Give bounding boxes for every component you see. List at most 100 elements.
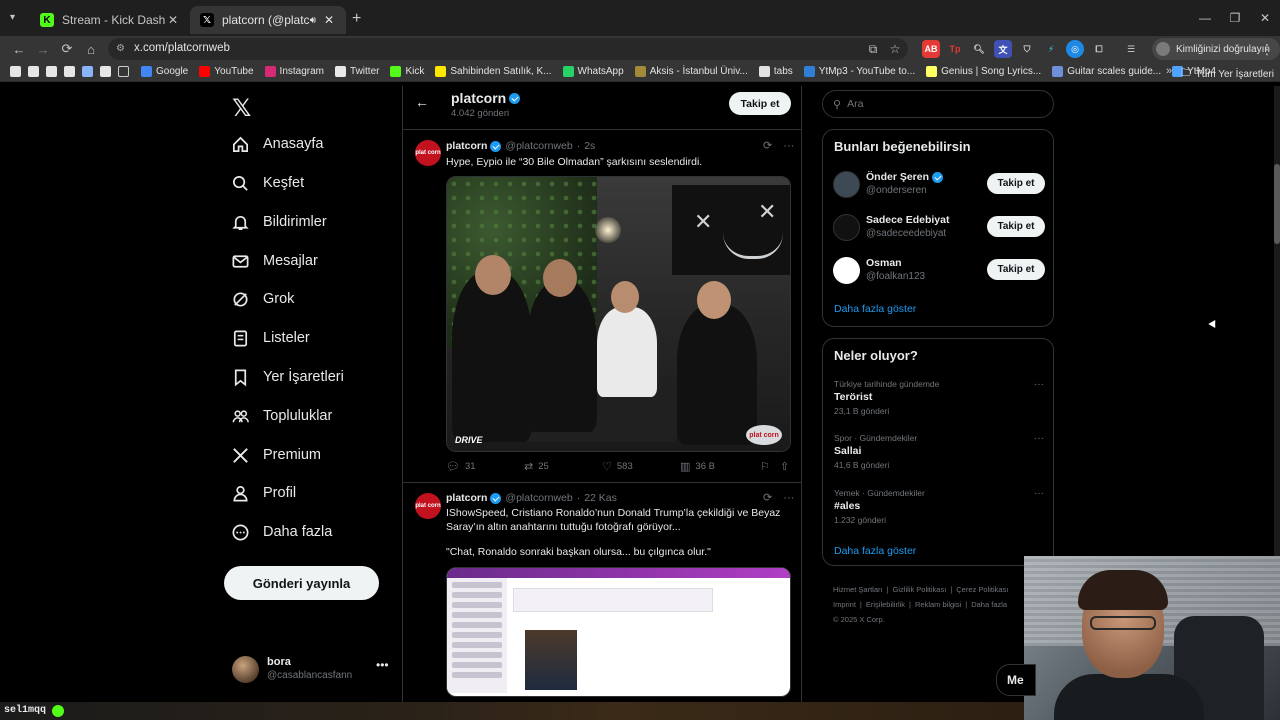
bookmark-item[interactable]: Aksis - İstanbul Üniv...: [634, 66, 748, 77]
trend-item[interactable]: Türkiye tarihinde gündemde Terörist 23,1 B…: [834, 379, 1046, 423]
reading-list-icon[interactable]: ☰: [1122, 40, 1140, 58]
nav-item-anasayfa[interactable]: Anasayfa: [230, 130, 323, 158]
footer-link[interactable]: Erişilebilirlik: [866, 600, 905, 609]
more-dots-icon[interactable]: •••: [376, 658, 389, 672]
nav-item-mesajlar[interactable]: Mesajlar: [230, 247, 318, 275]
suggestion-avatar[interactable]: [833, 257, 860, 284]
post-button[interactable]: Gönderi yayınla: [224, 566, 379, 600]
bookmark-item[interactable]: YtMp3 - YouTube to...: [803, 66, 915, 77]
nav-item-yer-i-şaretleri[interactable]: Yer İşaretleri: [230, 363, 344, 391]
follow-button[interactable]: Takip et: [987, 173, 1045, 194]
site-info-icon[interactable]: ⚙: [116, 43, 128, 55]
views-action[interactable]: ▥ 36 B: [680, 460, 715, 473]
bookmark-item[interactable]: Instagram: [264, 66, 324, 77]
tweet-avatar[interactable]: plat corn: [415, 493, 441, 519]
bookmark-folder-icon[interactable]: [100, 66, 111, 77]
show-more-link[interactable]: Daha fazla göster: [834, 303, 916, 315]
suggestion-item[interactable]: Önder Şeren @onderseren Takip et: [833, 170, 1045, 200]
messages-drawer[interactable]: Me: [996, 664, 1036, 696]
bookmark-item[interactable]: WhatsApp: [562, 66, 624, 77]
apps-grid-icon[interactable]: [118, 66, 129, 77]
suggestion-item[interactable]: Sadece Edebiyat @sadeceedebiyat Takip et: [833, 213, 1045, 243]
footer-link[interactable]: Reklam bilgisi: [915, 600, 961, 609]
reply-action[interactable]: 💬︎ 31: [446, 460, 476, 473]
tweet-time[interactable]: 22 Kas: [584, 492, 617, 504]
tweet-author-name[interactable]: platcorn: [446, 492, 487, 504]
adblock-extension-icon[interactable]: AB: [922, 40, 940, 58]
speaker-icon[interactable]: 🔊︎: [310, 15, 316, 26]
all-bookmarks[interactable]: 🗀 Tüm Yer İşaretleri: [1181, 66, 1274, 83]
repost-action[interactable]: ⇄ 25: [524, 460, 549, 473]
follow-button[interactable]: Takip et: [987, 216, 1045, 237]
tweet-author-name[interactable]: platcorn: [446, 140, 487, 152]
suggestion-avatar[interactable]: [833, 214, 860, 241]
forward-icon[interactable]: →: [34, 40, 52, 58]
browser-tab-kick[interactable]: K Stream - Kick Dashboard ✕: [30, 6, 190, 34]
bookmark-folder-icon[interactable]: [10, 66, 21, 77]
suggestion-name[interactable]: Önder Şeren: [866, 171, 944, 183]
footer-link[interactable]: Çerez Politikası: [956, 585, 1008, 594]
tweet-image[interactable]: [446, 567, 791, 697]
scrollbar-thumb[interactable]: [1274, 164, 1280, 244]
back-arrow-icon[interactable]: ←: [415, 94, 429, 110]
tweet-handle[interactable]: @platcornweb: [505, 140, 572, 152]
tweet-video[interactable]: ✕ ✕ DRIVE plat corn: [446, 176, 791, 452]
translate-g-extension-icon[interactable]: 文: [994, 40, 1012, 58]
tab-search-chevron-icon[interactable]: ▾: [10, 12, 24, 26]
bookmark-item[interactable]: Twitter: [335, 66, 379, 77]
share-action[interactable]: ⇧: [780, 460, 794, 473]
reload-icon[interactable]: ⟳: [58, 40, 76, 58]
grok-icon[interactable]: ⟳: [763, 492, 772, 504]
bookmark-item[interactable]: Guitar scales guide...: [1052, 66, 1161, 77]
nav-item-profil[interactable]: Profil: [230, 479, 296, 507]
more-dots-icon[interactable]: ···: [1034, 488, 1044, 499]
more-bookmarks-chevron-icon[interactable]: »: [1166, 65, 1172, 77]
suggestion-item[interactable]: Osman @foalkan123 Takip et: [833, 256, 1045, 286]
bookmark-folder-icon[interactable]: [64, 66, 75, 77]
bookmark-item[interactable]: Sahibinden Satılık, K...: [435, 66, 552, 77]
bookmark-item[interactable]: tabs: [758, 66, 793, 77]
nav-item-keşfet[interactable]: Keşfet: [230, 169, 304, 197]
bookmark-folder-icon[interactable]: [46, 66, 57, 77]
new-tab-button[interactable]: +: [352, 10, 361, 28]
tweet-handle[interactable]: @platcornweb: [505, 492, 572, 504]
shield-extension-icon[interactable]: ⛉: [1018, 40, 1036, 58]
grok-icon[interactable]: ⟳: [763, 140, 772, 152]
like-action[interactable]: ♡ 583: [602, 460, 633, 473]
bookmark-item[interactable]: Genius | Song Lyrics...: [926, 66, 1041, 77]
zoom-extension-icon[interactable]: 🔍︎: [970, 40, 988, 58]
footer-link[interactable]: Gizlilik Politikası: [893, 585, 947, 594]
show-more-link[interactable]: Daha fazla göster: [834, 545, 916, 557]
more-dots-icon[interactable]: ···: [1034, 379, 1044, 390]
bookmark-item[interactable]: YouTube: [199, 66, 254, 77]
tweet[interactable]: plat corn platcorn @platcornweb · 2s ⟳ ·…: [403, 130, 801, 482]
nav-item-topluluklar[interactable]: Topluluklar: [230, 402, 332, 430]
tweet-time[interactable]: 2s: [584, 140, 595, 152]
nav-item-premium[interactable]: Premium: [230, 441, 321, 469]
tab-close-icon[interactable]: ✕: [166, 13, 180, 27]
trend-item[interactable]: Spor · Gündemdekiler Sallai 41,6 B gönderi…: [834, 433, 1046, 477]
nav-item-grok[interactable]: Grok: [230, 285, 294, 313]
bookmark-item[interactable]: Kick: [390, 66, 424, 77]
follow-button[interactable]: Takip et: [729, 92, 791, 115]
footer-link[interactable]: Daha fazla: [971, 600, 1007, 609]
translate-extension-icon[interactable]: Tp: [946, 40, 964, 58]
puzzle-extensions-icon[interactable]: ⧠: [1090, 40, 1108, 58]
more-dots-icon[interactable]: ···: [783, 140, 794, 152]
suggestion-name[interactable]: Sadece Edebiyat: [866, 214, 949, 226]
tab-close-icon[interactable]: ✕: [322, 13, 336, 27]
tweet[interactable]: plat corn platcorn @platcornweb · 22 Kas…: [403, 483, 801, 702]
suggestion-avatar[interactable]: [833, 171, 860, 198]
search-input[interactable]: ⚲ Ara: [822, 90, 1054, 118]
home-browser-icon[interactable]: ⌂: [82, 40, 100, 58]
minimize-icon[interactable]: —: [1190, 0, 1220, 36]
sync-extension-icon[interactable]: ◎: [1066, 40, 1084, 58]
footer-link[interactable]: Imprint: [833, 600, 856, 609]
star-bookmark-icon[interactable]: ☆: [888, 42, 902, 56]
bookmark-folder-icon[interactable]: [82, 66, 93, 77]
bookmark-item[interactable]: Google: [141, 66, 188, 77]
footer-link[interactable]: Hizmet Şartları: [833, 585, 883, 594]
restore-icon[interactable]: ❐: [1220, 0, 1250, 36]
browser-menu-icon[interactable]: ⋮: [1260, 41, 1274, 58]
more-dots-icon[interactable]: ···: [1034, 433, 1044, 444]
